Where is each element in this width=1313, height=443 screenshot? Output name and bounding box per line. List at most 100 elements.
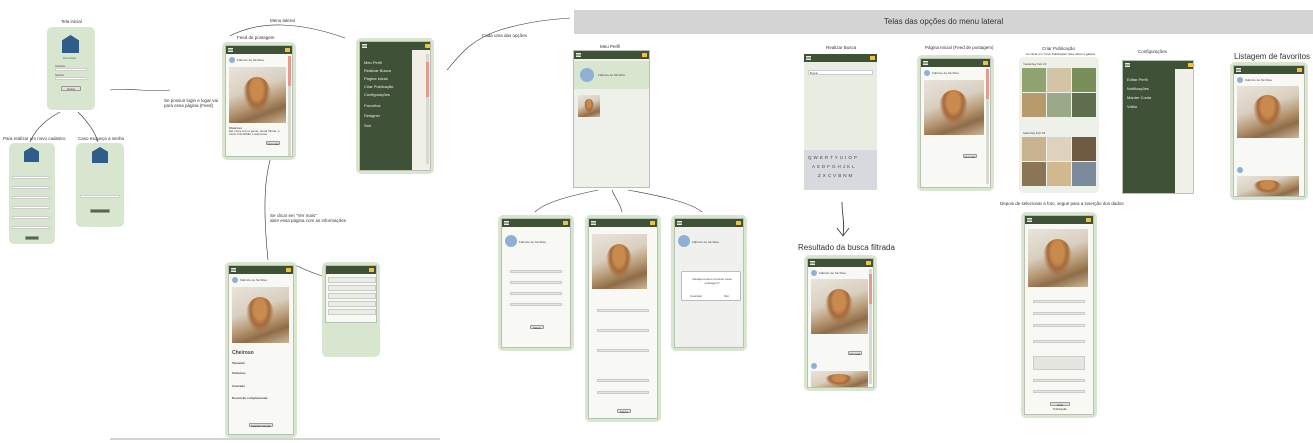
gallery-photo[interactable]: [1072, 93, 1096, 117]
mail-icon[interactable]: [870, 56, 875, 60]
menu-item-publicacao[interactable]: Criar Publicação: [364, 84, 393, 89]
settings-item-editar[interactable]: Editar Perfil: [1127, 77, 1148, 82]
menu-item-favoritos[interactable]: Favoritos: [364, 103, 380, 108]
menu-icon[interactable]: [1027, 218, 1032, 219]
usuario-input[interactable]: [55, 68, 87, 71]
gallery-photo[interactable]: [1047, 93, 1071, 117]
mail-icon[interactable]: [650, 221, 655, 225]
field[interactable]: [12, 206, 50, 209]
mail-icon[interactable]: [866, 261, 871, 265]
ver-mais-button[interactable]: Ver mais: [848, 351, 862, 356]
field[interactable]: [12, 186, 50, 189]
field[interactable]: [12, 176, 50, 179]
settings-item-notificacoes[interactable]: Notificações: [1127, 86, 1149, 91]
field[interactable]: [1033, 312, 1085, 315]
field[interactable]: [1033, 390, 1085, 393]
field[interactable]: [1033, 324, 1085, 327]
menu-icon[interactable]: [923, 61, 928, 62]
edit-post-screen: Salvar: [585, 215, 661, 422]
criar-publicacao-button[interactable]: Criar Publicação: [1050, 402, 1070, 411]
mail-icon[interactable]: [563, 221, 568, 225]
keyboard-row[interactable]: Q W E R T Y U I O P: [808, 155, 857, 160]
menu-item-sair[interactable]: Sair: [364, 123, 371, 128]
field[interactable]: [1033, 379, 1085, 382]
description-field[interactable]: [1033, 356, 1085, 370]
menu-item-designer[interactable]: Designer: [364, 113, 380, 118]
salvar-button[interactable]: Salvar: [617, 409, 631, 414]
field[interactable]: [510, 270, 562, 273]
menu-icon[interactable]: [806, 56, 811, 57]
menu-icon[interactable]: [504, 221, 509, 222]
gallery-photo[interactable]: [1022, 137, 1046, 161]
field[interactable]: [12, 216, 50, 219]
field[interactable]: [510, 292, 562, 295]
mail-icon[interactable]: [642, 53, 647, 57]
menu-icon[interactable]: [591, 221, 596, 222]
gallery-photo[interactable]: [1072, 162, 1096, 186]
menu-icon[interactable]: [810, 261, 815, 262]
list-item[interactable]: [328, 309, 376, 315]
mail-icon[interactable]: [369, 268, 374, 272]
label-se-possuir: Se possuir login e logar vai para essa p…: [164, 98, 219, 108]
list-item[interactable]: [328, 285, 376, 291]
list-item[interactable]: [328, 293, 376, 299]
mail-icon[interactable]: [1297, 68, 1302, 72]
field[interactable]: [597, 379, 649, 382]
gallery-photo[interactable]: [1047, 162, 1071, 186]
menu-icon[interactable]: [1125, 63, 1130, 64]
list-item[interactable]: [328, 301, 376, 307]
gallery-photo[interactable]: [1072, 137, 1096, 161]
field[interactable]: [510, 303, 562, 306]
senha-input[interactable]: [55, 77, 87, 80]
list-item[interactable]: [328, 277, 376, 283]
search-input[interactable]: Buscar: [808, 70, 873, 75]
field[interactable]: [597, 391, 649, 394]
mail-icon[interactable]: [285, 48, 290, 52]
gallery-photo[interactable]: [1072, 68, 1096, 92]
ver-mais-button[interactable]: Ver mais: [266, 141, 280, 146]
field[interactable]: [597, 349, 649, 352]
gallery-photo[interactable]: [1047, 137, 1071, 161]
mail-icon[interactable]: [736, 221, 741, 225]
menu-item-config[interactable]: Configurações: [364, 92, 390, 97]
cadastrar-button[interactable]: [25, 236, 39, 240]
gallery-photo[interactable]: [1022, 162, 1046, 186]
mail-icon[interactable]: [1188, 63, 1193, 67]
gallery-photo[interactable]: [1022, 93, 1046, 117]
menu-icon[interactable]: [231, 268, 236, 269]
settings-item-voltar[interactable]: Voltar: [1127, 104, 1137, 109]
mail-icon[interactable]: [286, 268, 291, 272]
settings-item-manter[interactable]: Manter Conta: [1127, 95, 1151, 100]
gallery-photo[interactable]: [1047, 68, 1071, 92]
keyboard-row[interactable]: Z X C V B N M: [818, 173, 853, 178]
email-input[interactable]: [80, 195, 120, 198]
gallery-photo[interactable]: [1022, 68, 1046, 92]
field[interactable]: [12, 226, 50, 229]
field[interactable]: [12, 196, 50, 199]
field[interactable]: [597, 309, 649, 312]
dialog-cancel-button[interactable]: Cancelar: [690, 294, 702, 298]
menu-icon[interactable]: [228, 48, 233, 49]
mail-icon[interactable]: [1086, 218, 1091, 222]
menu-icon[interactable]: [576, 53, 581, 54]
mail-icon[interactable]: [425, 44, 430, 48]
entrar-button[interactable]: Entrar: [61, 86, 81, 91]
field[interactable]: [510, 281, 562, 284]
menu-item-perfil[interactable]: Meu Perfil: [364, 60, 382, 65]
profile-name: Fabrício de Sá Silva: [519, 240, 546, 244]
solicitar-adocao-button[interactable]: Solicitar Adoção: [249, 423, 273, 428]
mail-icon[interactable]: [983, 61, 988, 65]
menu-icon[interactable]: [677, 221, 682, 222]
menu-icon[interactable]: [1236, 68, 1241, 69]
menu-item-busca[interactable]: Realizar Busca: [364, 68, 391, 73]
redefinir-button[interactable]: [90, 209, 110, 213]
menu-item-inicial[interactable]: Página Inicial: [364, 76, 388, 81]
field[interactable]: [1033, 340, 1085, 343]
menu-icon[interactable]: [362, 44, 367, 45]
field[interactable]: [1033, 300, 1085, 303]
keyboard-row[interactable]: A S D F G H J K L: [812, 164, 855, 169]
ver-mais-button[interactable]: Ver mais: [963, 154, 977, 159]
field[interactable]: [597, 329, 649, 332]
salvar-button[interactable]: Salvar: [530, 325, 544, 330]
dialog-yes-button[interactable]: Sim: [724, 294, 729, 298]
